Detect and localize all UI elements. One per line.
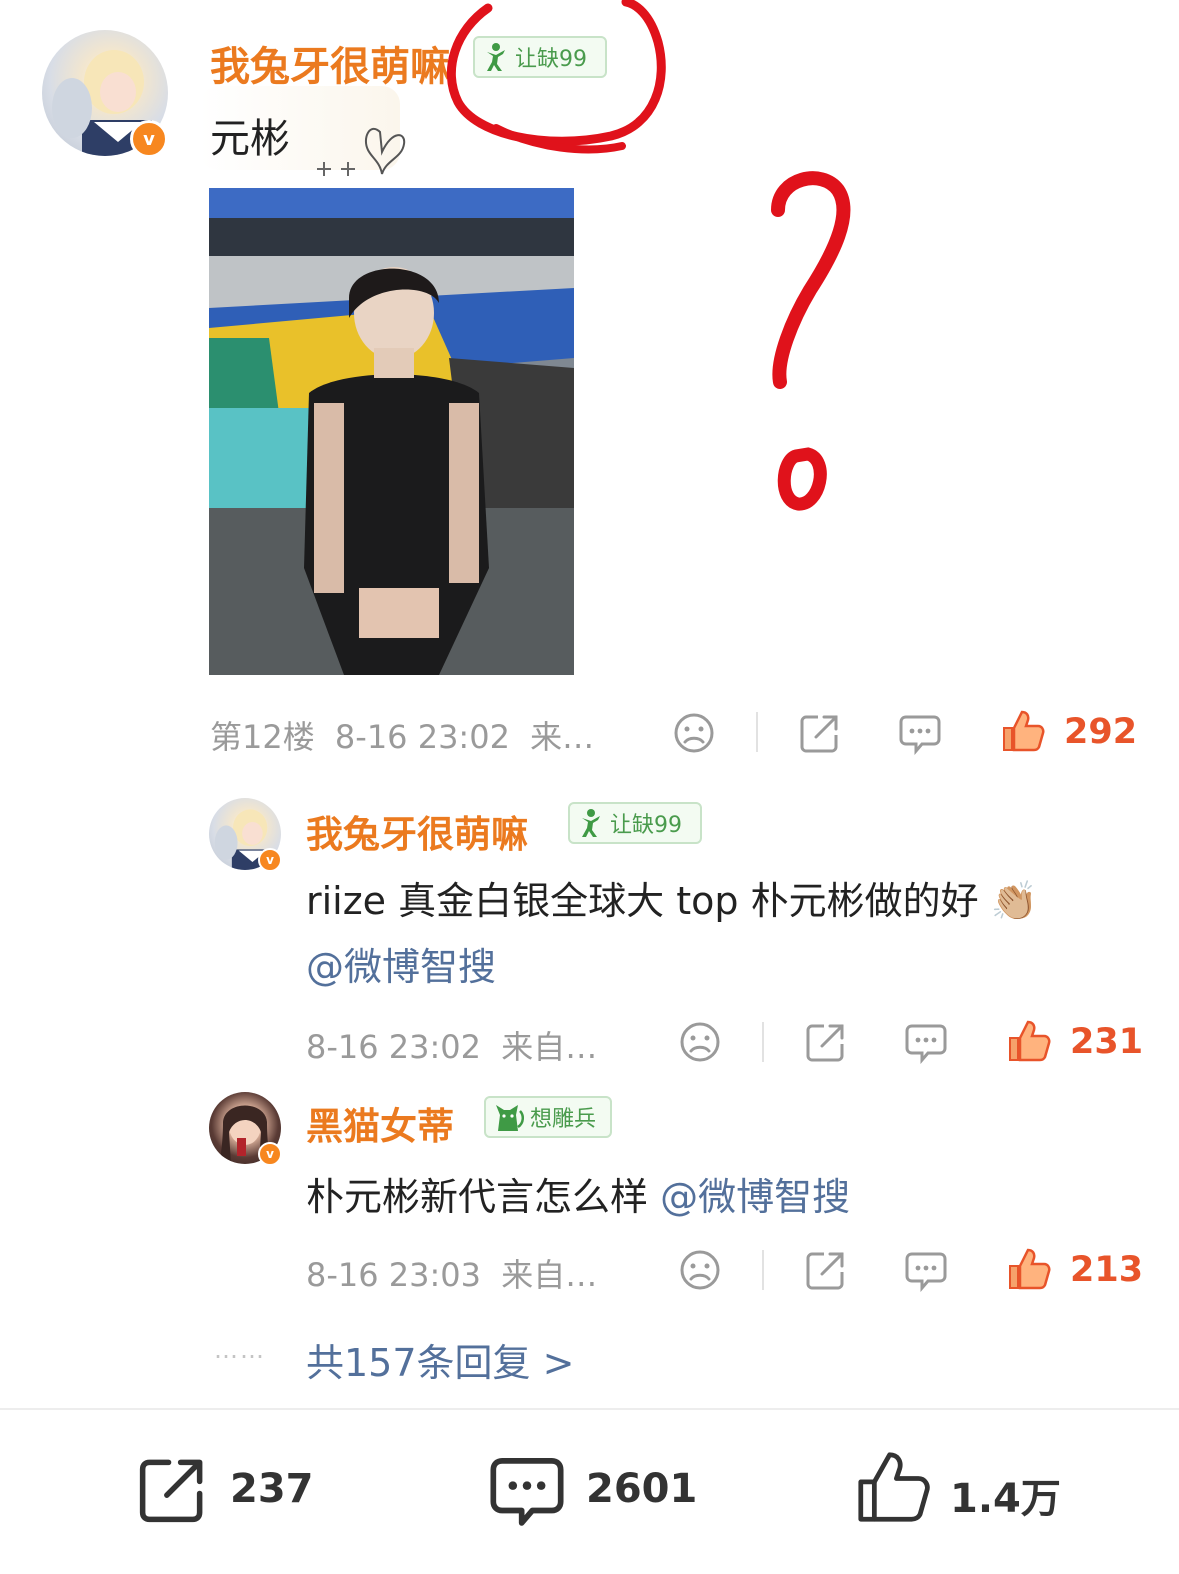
share-action[interactable]: 237 bbox=[134, 1452, 334, 1528]
bottom-divider bbox=[0, 1408, 1179, 1410]
username[interactable]: 我兔牙很萌嘛 bbox=[306, 804, 528, 858]
sad-face-icon[interactable] bbox=[678, 1248, 722, 1292]
clap-emoji: 👏🏼 bbox=[990, 879, 1038, 923]
comment-photo[interactable] bbox=[209, 188, 574, 675]
share-icon[interactable] bbox=[804, 1248, 848, 1292]
verified-v-icon: v bbox=[258, 848, 282, 872]
comment-icon[interactable] bbox=[898, 711, 942, 755]
thumbs-up-icon bbox=[858, 1452, 930, 1522]
reply-text: riize 真金白银全球大 top 朴元彬做的好 👏🏼 bbox=[306, 870, 1038, 925]
fan-badge[interactable]: 想雕兵 bbox=[484, 1096, 612, 1138]
mention-link[interactable]: @微博智搜 bbox=[306, 936, 496, 991]
comment-icon[interactable] bbox=[904, 1020, 948, 1064]
more-replies-link[interactable]: 共157条回复 > bbox=[306, 1332, 574, 1387]
floor-number: 第12楼 bbox=[210, 718, 315, 756]
verified-v-icon: v bbox=[258, 1142, 282, 1166]
mention-link[interactable]: @微博智搜 bbox=[660, 1175, 850, 1219]
comment-count: 2601 bbox=[586, 1466, 698, 1512]
butterfly-sparkle-icon bbox=[317, 127, 406, 176]
share-icon[interactable] bbox=[798, 711, 842, 755]
comment-action[interactable]: 2601 bbox=[488, 1452, 718, 1532]
comment-time: 8-16 23:02 bbox=[334, 718, 510, 756]
comment-icon bbox=[490, 1458, 564, 1526]
fan-badge-label: 让缺99 bbox=[610, 813, 682, 838]
share-icon bbox=[139, 1459, 203, 1523]
sad-face-icon[interactable] bbox=[678, 1020, 722, 1064]
thumbs-up-icon[interactable] bbox=[1006, 1018, 1052, 1064]
like-count: 231 bbox=[1070, 1022, 1144, 1062]
fan-badge-icon bbox=[582, 809, 600, 837]
divider bbox=[762, 1022, 764, 1062]
reply-text-content: 朴元彬新代言怎么样 bbox=[306, 1175, 649, 1219]
comment-time: 8-16 23:02 bbox=[306, 1028, 482, 1066]
verified-v-icon: v bbox=[130, 120, 168, 158]
share-icon[interactable] bbox=[804, 1020, 848, 1064]
comment-meta: 8-16 23:02 来自… bbox=[306, 1022, 597, 1068]
red-circle-annotation bbox=[446, 0, 666, 154]
fan-badge[interactable]: 让缺99 bbox=[568, 802, 702, 844]
fan-badge-label: 想雕兵 bbox=[530, 1107, 597, 1132]
like-count: 292 bbox=[1064, 712, 1138, 752]
username[interactable]: 黑猫女蒂 bbox=[306, 1096, 454, 1150]
sad-face-icon[interactable] bbox=[672, 711, 716, 755]
like-total: 1.4万 bbox=[950, 1476, 1061, 1522]
reply-text: 朴元彬新代言怎么样 @微博智搜 bbox=[306, 1166, 850, 1221]
thumbs-up-icon[interactable] bbox=[1000, 708, 1046, 754]
comment-text: 元彬 bbox=[210, 116, 290, 162]
like-count: 213 bbox=[1070, 1250, 1144, 1290]
red-question-mark-annotation bbox=[771, 171, 851, 511]
like-action[interactable]: 1.4万 bbox=[854, 1448, 1074, 1528]
username[interactable]: 我兔牙很萌嘛 bbox=[210, 34, 450, 92]
stadium-photo bbox=[209, 188, 574, 675]
cat-badge-icon bbox=[496, 1105, 524, 1131]
share-count: 237 bbox=[230, 1466, 314, 1512]
divider bbox=[756, 712, 758, 752]
comment-source: 来自… bbox=[501, 1256, 598, 1294]
more-replies-dots: …… bbox=[214, 1336, 266, 1364]
comment-icon[interactable] bbox=[904, 1248, 948, 1292]
reply-text-content: riize 真金白银全球大 top 朴元彬做的好 bbox=[306, 879, 979, 923]
comment-meta: 第12楼 8-16 23:02 来… bbox=[210, 712, 594, 758]
comment-meta: 8-16 23:03 来自… bbox=[306, 1250, 597, 1296]
divider bbox=[762, 1250, 764, 1290]
comment-time: 8-16 23:03 bbox=[306, 1256, 482, 1294]
comment-source: 来… bbox=[530, 718, 595, 756]
thumbs-up-icon[interactable] bbox=[1006, 1246, 1052, 1292]
comment-source: 来自… bbox=[501, 1028, 598, 1066]
